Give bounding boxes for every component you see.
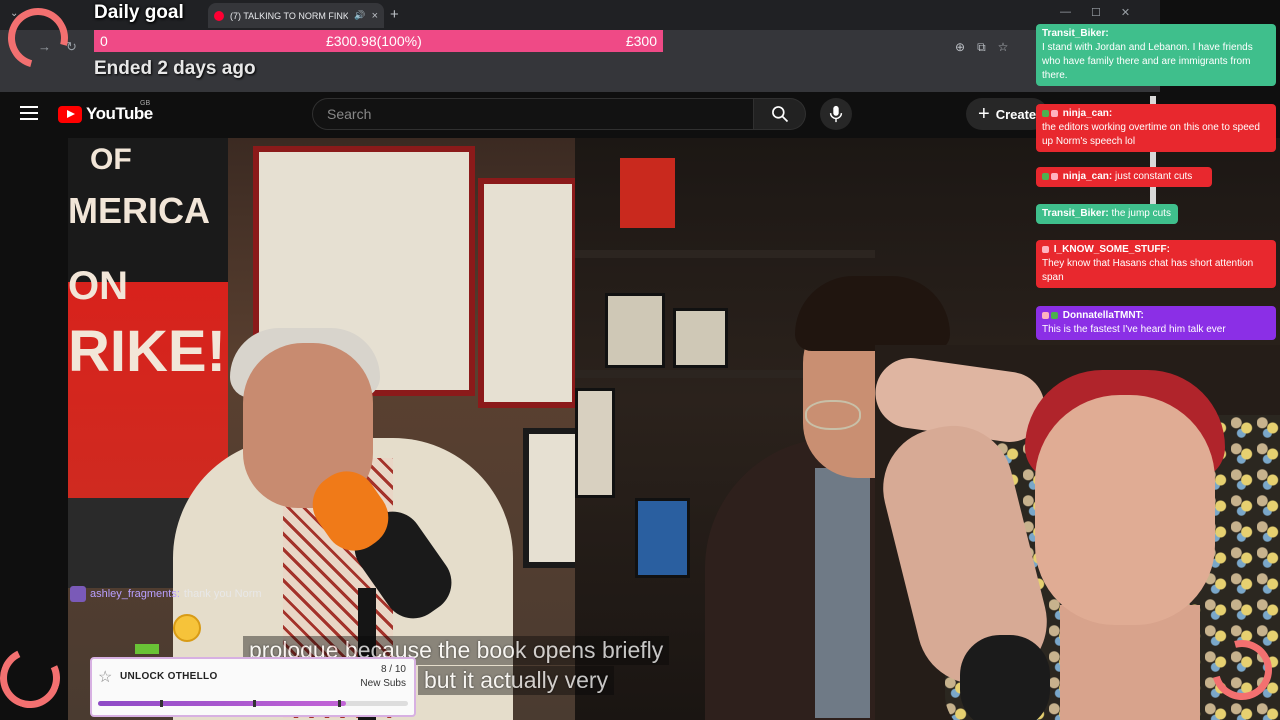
chili-decoration-icon (0, 639, 69, 717)
search-button[interactable] (754, 98, 806, 130)
chat-message: ninja_can: just constant cuts (1036, 167, 1212, 187)
chat-username: ninja_can: (1062, 108, 1113, 119)
video-chat-text: thank you Norm (183, 588, 262, 600)
youtube-wordmark: YouTube (86, 104, 153, 123)
microphone-icon (829, 105, 843, 123)
unlock-goal-widget: ☆ UNLOCK OTHELLO 8 / 10 New Subs (90, 657, 416, 717)
smirk-emoji-icon (173, 614, 201, 642)
framed-photo (523, 428, 575, 568)
goal-start: 0 (100, 33, 108, 49)
shelf-photo-2 (673, 308, 728, 368)
video-chat-user: ashley_fragments: (90, 588, 180, 600)
heart-badge-icon (1042, 245, 1049, 253)
unlock-count: 8 / 10 (380, 664, 406, 675)
unlock-title: UNLOCK OTHELLO (120, 671, 218, 682)
chat-badge-icon (1042, 172, 1049, 180)
close-window-button[interactable]: ✕ (1121, 6, 1130, 19)
chat-text: This is the fastest I've heard him talk … (1042, 324, 1226, 335)
chat-message: ninja_can: the editors working overtime … (1036, 104, 1276, 152)
unlock-progress-fill (98, 701, 346, 706)
emote-icon (135, 644, 159, 654)
goal-status: Ended 2 days ago (94, 58, 256, 79)
host-hair (795, 276, 950, 351)
progress-tick (160, 700, 163, 707)
shelf-1 (575, 250, 875, 258)
chat-message: Transit_Biker: the jump cuts (1036, 204, 1178, 224)
goal-title: Daily goal (94, 2, 184, 23)
progress-tick (338, 700, 341, 707)
tab-close-icon[interactable]: × (372, 10, 378, 22)
address-bar-icons: ⊕ ⧉ ☆ (955, 40, 1008, 55)
tab-title: (7) TALKING TO NORM FINK (230, 10, 349, 21)
youtube-header: YouTube GB Search + Create (0, 92, 1049, 136)
search-icon (771, 106, 788, 123)
goal-current: £300.98(100%) (326, 33, 422, 49)
bookmark-star-icon[interactable]: ☆ (998, 40, 1009, 55)
screen: ⌄ (7) TALKING TO NORM FINK 🔊 × + — ☐ ✕ →… (0, 0, 1280, 720)
youtube-play-icon (58, 105, 82, 123)
chat-text: I stand with Jordan and Lebanon. I have … (1042, 42, 1253, 81)
browser-tab-active[interactable]: (7) TALKING TO NORM FINK 🔊 × (208, 3, 384, 28)
install-app-icon[interactable]: ⧉ (977, 40, 986, 55)
search-input[interactable]: Search (312, 98, 754, 130)
maximize-button[interactable]: ☐ (1091, 6, 1101, 19)
unlock-subtitle: New Subs (360, 678, 406, 689)
star-icon: ☆ (98, 669, 113, 686)
zoom-icon[interactable]: ⊕ (955, 40, 965, 55)
subtitle-line-2: but it actually very (418, 666, 615, 695)
menu-icon[interactable] (20, 106, 38, 120)
minimize-button[interactable]: — (1060, 6, 1071, 19)
flag (620, 158, 675, 228)
chat-message: I_KNOW_SOME_STUFF: They know that Hasans… (1036, 240, 1276, 288)
sub-badge-icon (70, 586, 86, 602)
sign-text-2: MERICA (68, 190, 210, 231)
chat-text: the editors working overtime on this one… (1042, 122, 1260, 147)
framed-newspaper-2 (478, 178, 575, 408)
chat-username: ninja_can: (1062, 171, 1113, 182)
heart-badge-icon (1051, 109, 1058, 117)
chat-badge-icon (1042, 109, 1049, 117)
speaker-icon[interactable]: 🔊 (354, 10, 365, 21)
chat-badge-icon (1051, 311, 1058, 319)
chat-message: DonnatellaTMNT: This is the fastest I've… (1036, 306, 1276, 340)
youtube-logo[interactable]: YouTube (58, 104, 153, 124)
streamer-microphone (960, 635, 1050, 720)
chat-message: Transit_Biker: I stand with Jordan and L… (1036, 24, 1276, 86)
chat-username: Transit_Biker: (1042, 28, 1109, 39)
chat-username: I_KNOW_SOME_STUFF: (1053, 244, 1170, 255)
host-shirt (815, 468, 870, 718)
shelf-photo-3 (635, 498, 690, 578)
goal-progress-bar: 0 £300.98(100%) £300 (94, 30, 663, 52)
window-controls: — ☐ ✕ (1060, 6, 1130, 19)
voice-search-button[interactable] (820, 98, 852, 130)
video-chat-overlay: ashley_fragments: thank you Norm (70, 586, 262, 602)
create-label: Create (995, 106, 1037, 122)
chat-text: They know that Hasans chat has short att… (1042, 258, 1254, 283)
chat-username: Transit_Biker: (1042, 208, 1109, 219)
region-code: GB (140, 100, 151, 107)
sign-text-4: RIKE! (68, 319, 226, 384)
goal-target: £300 (625, 33, 657, 49)
plus-icon: + (978, 103, 990, 125)
chat-username: DonnatellaTMNT: (1062, 310, 1144, 321)
chat-text: just constant cuts (1115, 171, 1193, 182)
heart-badge-icon (1042, 311, 1049, 319)
chat-text: the jump cuts (1111, 208, 1171, 219)
video-left-panel: OF MERICA ON RIKE! (68, 138, 575, 720)
shelf-photo-4 (575, 388, 615, 498)
progress-tick (253, 700, 256, 707)
shelf-photo-1 (605, 293, 665, 368)
streamer-head (1035, 395, 1215, 625)
heart-badge-icon (1051, 172, 1058, 180)
sign-text-1: OF (90, 143, 132, 176)
youtube-favicon-icon (214, 10, 224, 21)
sign-text-3: ON (68, 264, 128, 308)
unlock-progress-track (98, 700, 408, 707)
new-tab-button[interactable]: + (390, 6, 399, 23)
